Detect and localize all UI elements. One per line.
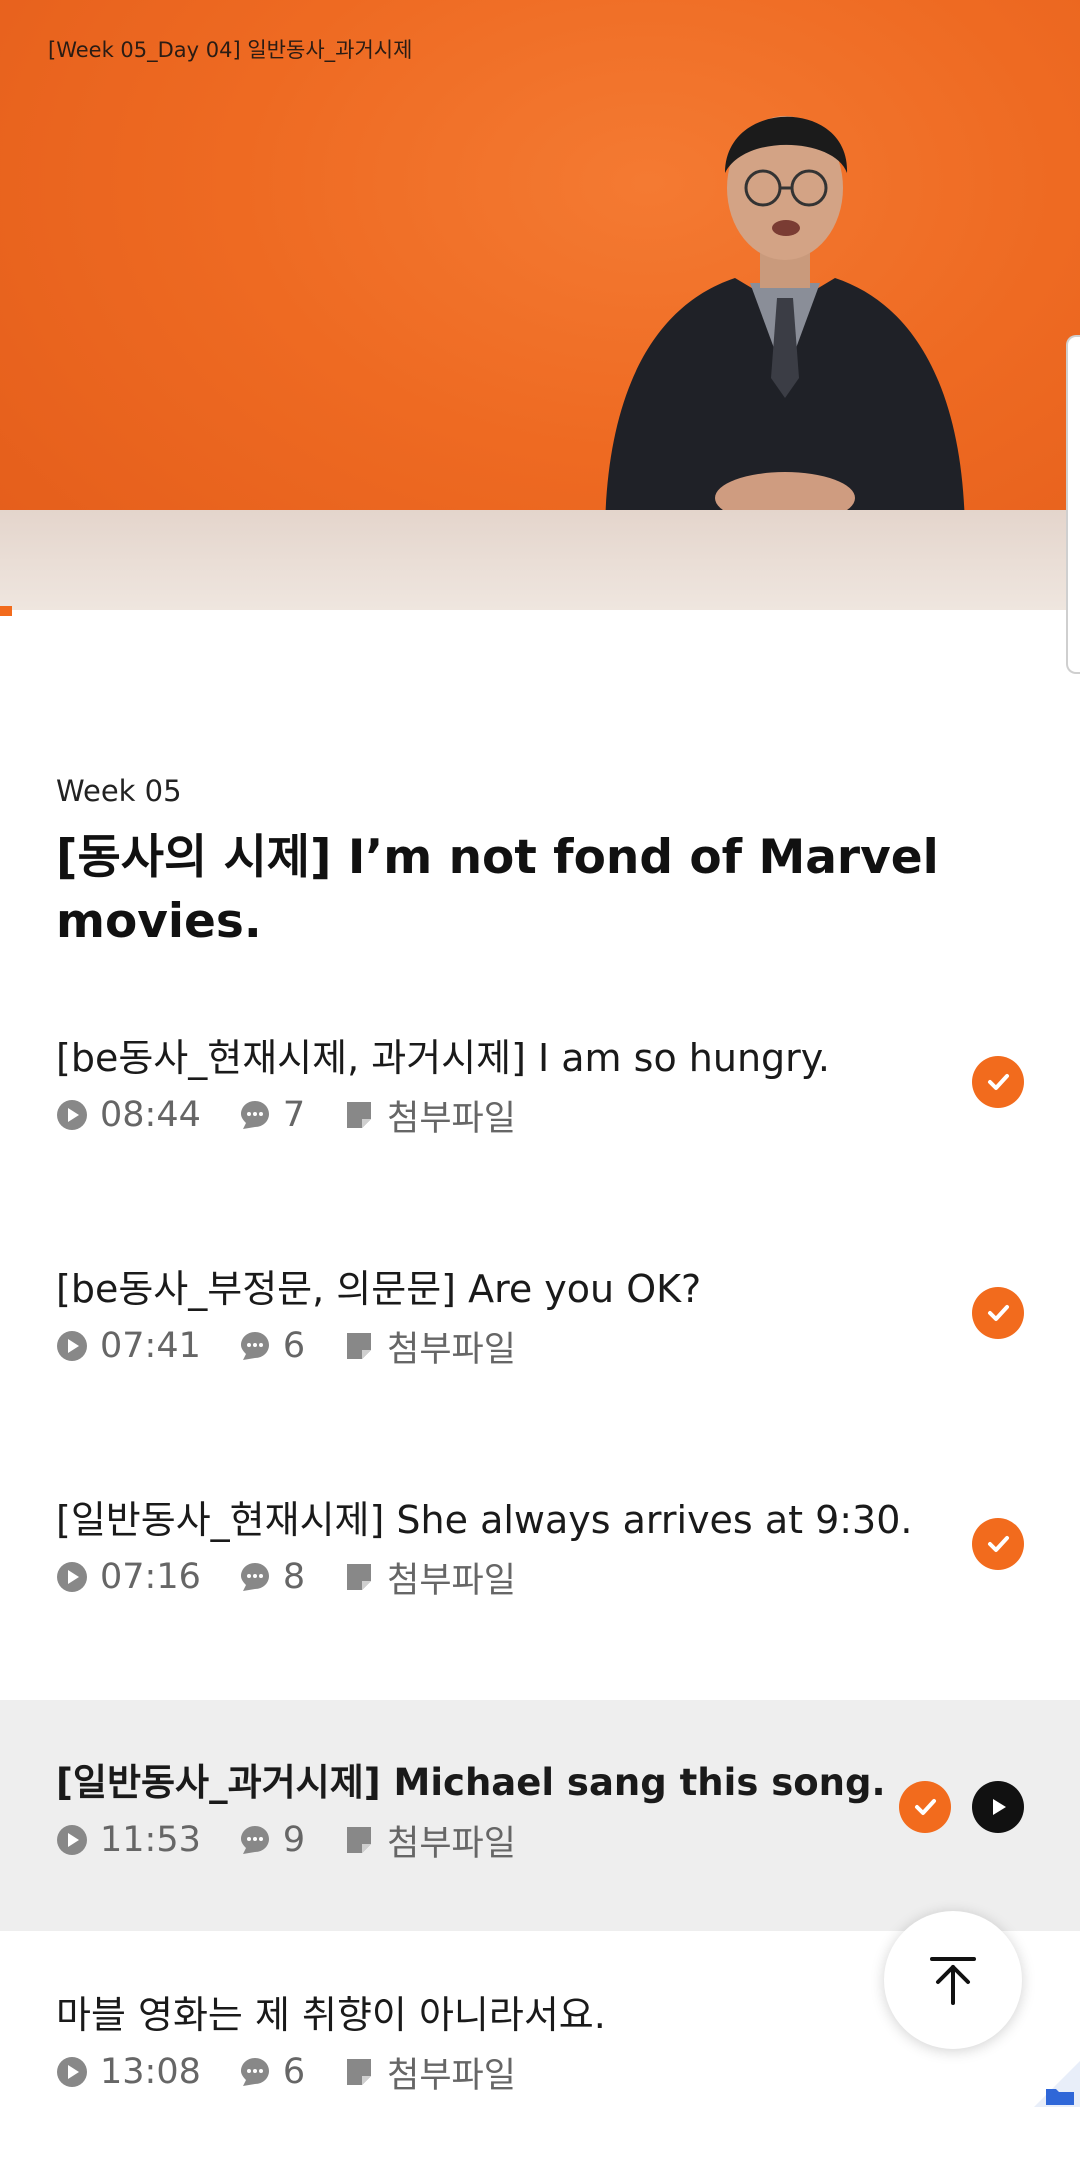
presenter-image — [605, 116, 965, 538]
duration-text: 13:08 — [100, 2052, 201, 2092]
completed-check — [972, 1287, 1024, 1339]
note-icon — [347, 1564, 372, 1590]
comment-bubble-icon — [240, 2058, 269, 2086]
comment-bubble-icon — [240, 1332, 269, 1360]
video-player[interactable]: [Week 05_Day 04] 일반동사_과거시제 — [0, 0, 1080, 610]
completed-check — [899, 1781, 951, 1833]
comment-count: 6 — [282, 2052, 306, 2092]
check-icon — [988, 1305, 1009, 1321]
comment-bubble-icon — [240, 1101, 269, 1129]
lesson-meta: 13:08 6 첨부파일 — [56, 2047, 554, 2097]
desk-surface — [0, 510, 1080, 610]
play-button-icon — [993, 1799, 1006, 1815]
corner-folder-icon[interactable] — [1034, 2061, 1080, 2107]
lesson-title: [be동사_부정문, 의문문] Are you OK? — [56, 1267, 702, 1311]
check-icon — [988, 1074, 1009, 1090]
play-circle-icon — [57, 1100, 87, 1130]
play-circle-icon — [57, 1562, 87, 1592]
comments: 8 — [239, 1557, 305, 1597]
check-icon — [915, 1799, 936, 1815]
comments: 6 — [239, 2052, 305, 2092]
lesson-item[interactable]: [be동사_부정문, 의문문] Are you OK? 07:41 6 첨부파일 — [0, 1206, 1080, 1437]
attachment-label: 첨부파일 — [387, 1823, 516, 1864]
video-progress-bar[interactable] — [0, 606, 12, 616]
scroll-to-top-button[interactable] — [884, 1911, 1022, 2049]
duration-text: 11:53 — [100, 1820, 201, 1860]
note-icon — [347, 1333, 372, 1359]
comment-count: 8 — [282, 1557, 306, 1597]
duration-text: 07:16 — [100, 1557, 201, 1597]
lesson-item[interactable]: [일반동사_현재시제] She always arrives at 9:30. … — [0, 1437, 1080, 1668]
lesson-meta: 07:16 8 첨부파일 — [56, 1552, 554, 1602]
week-label: Week 05 — [56, 774, 182, 808]
lesson-item-active[interactable]: [일반동사_과거시제] Michael sang this song. 11:5… — [0, 1700, 1080, 1931]
attachment-label: 첨부파일 — [387, 1560, 516, 1601]
comment-count: 7 — [282, 1095, 306, 1135]
comment-count: 6 — [282, 1326, 306, 1366]
attachment[interactable]: 첨부파일 — [343, 2047, 516, 2098]
lesson-title: [일반동사_과거시제] Michael sang this song. — [56, 1761, 886, 1804]
attachment[interactable]: 첨부파일 — [343, 1815, 516, 1866]
attachment-label: 첨부파일 — [387, 2055, 516, 2096]
duration: 07:16 — [56, 1557, 201, 1597]
note-icon — [347, 1102, 372, 1128]
check-icon — [988, 1536, 1009, 1552]
duration: 08:44 — [56, 1095, 201, 1135]
lesson-item[interactable]: [be동사_현재시제, 과거시제] I am so hungry. 08:44 … — [0, 975, 1080, 1206]
duration-text: 07:41 — [100, 1326, 201, 1366]
comment-bubble-icon — [240, 1826, 269, 1854]
arrow-up-icon — [930, 1957, 976, 2005]
lesson-title: [일반동사_현재시제] She always arrives at 9:30. — [56, 1498, 913, 1542]
video-title: [Week 05_Day 04] 일반동사_과거시제 — [48, 38, 413, 62]
comments: 7 — [239, 1095, 305, 1135]
comments: 9 — [239, 1820, 305, 1860]
duration: 07:41 — [56, 1326, 201, 1366]
note-icon — [347, 2059, 372, 2085]
comments: 6 — [239, 1326, 305, 1366]
lesson-title: [be동사_현재시제, 과거시제] I am so hungry. — [56, 1036, 830, 1080]
duration-text: 08:44 — [100, 1095, 201, 1135]
play-circle-icon — [57, 2057, 87, 2087]
side-drawer-handle[interactable] — [1066, 335, 1080, 674]
attachment[interactable]: 첨부파일 — [343, 1552, 516, 1603]
now-playing-button[interactable] — [972, 1781, 1024, 1833]
attachment[interactable]: 첨부파일 — [343, 1321, 516, 1372]
comment-bubble-icon — [240, 1563, 269, 1591]
completed-check — [972, 1056, 1024, 1108]
attachment-label: 첨부파일 — [387, 1329, 516, 1370]
lesson-meta: 11:53 9 첨부파일 — [56, 1815, 554, 1865]
play-circle-icon — [57, 1331, 87, 1361]
note-icon — [347, 1827, 372, 1853]
lesson-meta: 08:44 7 첨부파일 — [56, 1090, 554, 1140]
section-title: [동사의 시제] I’m not fond of Marvel movies. — [56, 830, 939, 949]
comment-count: 9 — [282, 1820, 306, 1860]
play-circle-icon — [57, 1825, 87, 1855]
lesson-title: 마블 영화는 제 취향이 아니라서요. — [56, 1993, 606, 2037]
attachment[interactable]: 첨부파일 — [343, 1090, 516, 1141]
duration: 11:53 — [56, 1820, 201, 1860]
attachment-label: 첨부파일 — [387, 1098, 516, 1139]
completed-check — [972, 1518, 1024, 1570]
lesson-meta: 07:41 6 첨부파일 — [56, 1321, 554, 1371]
duration: 13:08 — [56, 2052, 201, 2092]
